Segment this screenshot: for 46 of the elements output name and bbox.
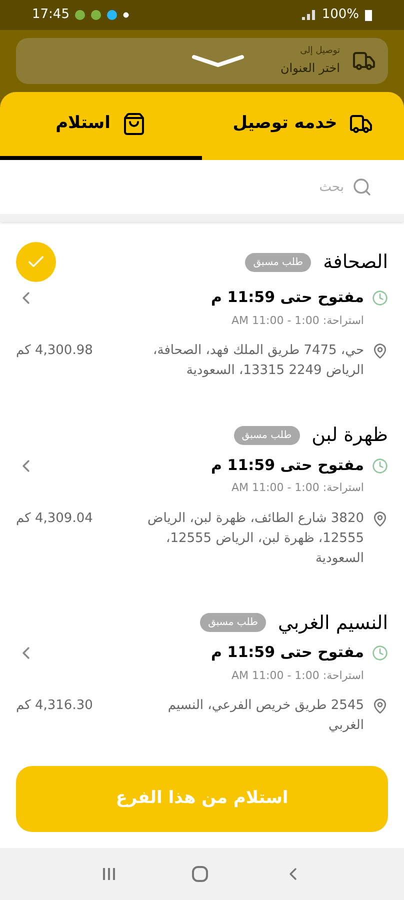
branch-name: النسيم الغربي — [278, 610, 388, 636]
search-field[interactable]: بحث — [32, 169, 344, 205]
preorder-badge: طلب مسبق — [234, 426, 300, 445]
home-icon[interactable] — [191, 865, 209, 883]
chevron-down-icon — [192, 54, 244, 68]
branch-distance: 4,316.30 كم — [16, 697, 93, 715]
address-label: توصيل إلى — [299, 45, 340, 58]
notification-icon — [107, 10, 118, 20]
address-value: اختر العنوان — [280, 60, 340, 77]
clock-icon — [372, 458, 388, 474]
selected-check-icon[interactable] — [16, 242, 56, 282]
location-pin-icon — [372, 510, 388, 526]
recent-apps-icon[interactable] — [101, 866, 117, 882]
preorder-badge: طلب مسبق — [200, 613, 266, 632]
dot-icon — [123, 12, 130, 18]
truck-icon — [349, 112, 374, 136]
clock-icon — [372, 645, 388, 661]
location-pin-icon — [372, 343, 388, 359]
notification-icon — [91, 10, 102, 20]
status-time: 17:45 — [32, 6, 70, 24]
break-hours: استراحة: 1:00 - 11:00 AM — [230, 312, 364, 329]
notification-icon — [75, 10, 86, 20]
branch-name: ظهرة لبن — [312, 423, 388, 448]
opening-hours: مفتوح حتى 11:59 م — [211, 454, 364, 476]
clock-icon — [372, 290, 388, 306]
truck-icon — [352, 49, 376, 73]
branch-distance: 4,300.98 كم — [16, 342, 93, 360]
break-hours: استراحة: 1:00 - 11:00 AM — [230, 668, 364, 684]
branch-address: حي، 7475 طريق الملك فهد، الصحافة، الرياض 2249 13315، السعودية — [152, 342, 364, 380]
signal-icon — [302, 10, 316, 20]
branch-address: 3820 شارع الطائف، ظهرة لبن، الرياض 12555، ظهرة لبن، الرياض 12555، السعودية — [146, 510, 364, 568]
preorder-badge: طلب مسبق — [245, 252, 312, 272]
branch-distance: 4,309.04 كم — [16, 510, 93, 528]
opening-hours: مفتوح حتى 11:59 م — [211, 642, 364, 663]
tab[interactable]: استلام — [0, 92, 202, 160]
tab[interactable]: خدمه توصيل — [202, 92, 404, 160]
opening-hours: مفتوح حتى 11:59 م — [211, 287, 364, 308]
search-icon — [352, 177, 372, 197]
branch-name: الصحافة — [323, 250, 388, 275]
break-hours: استراحة: 1:00 - 11:00 AM — [230, 480, 364, 496]
location-pin-icon — [372, 698, 388, 714]
shopping-bag-icon — [122, 112, 146, 136]
battery-level: 100% — [322, 6, 359, 24]
delivery-address-selector[interactable]: توصيل إلى اختر العنوان — [16, 38, 388, 84]
battery-icon — [365, 9, 372, 21]
branch-address: 2545 طريق خريص الفرعي، النسيم الغربي — [166, 697, 364, 735]
